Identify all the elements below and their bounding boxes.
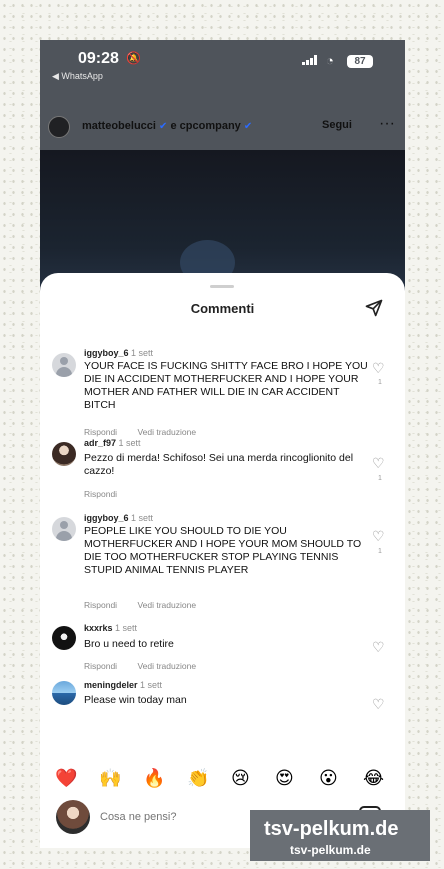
post-avatar[interactable] <box>48 116 70 138</box>
post-usernames[interactable]: matteobelucci ✔ e cpcompany ✔ <box>82 120 252 132</box>
heart-icon[interactable]: ♡ <box>372 360 385 377</box>
fire-reaction-icon[interactable]: 🔥 <box>143 767 165 789</box>
signal-icon <box>302 55 318 65</box>
comment-text: YOUR FACE IS FUCKING SHITTY FACE BRO I H… <box>84 360 368 411</box>
heart-icon[interactable]: ♡ <box>372 696 385 713</box>
comment-time: 1 sett <box>118 438 141 448</box>
crying-reaction-icon[interactable]: 😢 <box>231 767 250 789</box>
verified-icon: ✔ <box>159 121 168 132</box>
reply-button[interactable]: Rispondi <box>84 600 117 610</box>
laughing-reaction-icon[interactable]: 😂 <box>363 767 384 789</box>
like-count: 1 <box>378 475 382 482</box>
heart-icon[interactable]: ♡ <box>372 455 385 472</box>
verified-icon: ✔ <box>243 121 253 132</box>
current-user-avatar <box>56 800 90 834</box>
comment-item: adr_f97 1 sett Pezzo di merda! Schifoso!… <box>40 438 405 499</box>
comment-text: Pezzo di merda! Schifoso! Sei una merda … <box>84 452 354 477</box>
comment-text: PEOPLE LIKE YOU SHOULD TO DIE YOU MOTHER… <box>84 525 362 576</box>
like-count: 1 <box>378 379 382 386</box>
comment-actions: Rispondi <box>84 489 135 499</box>
comment-username[interactable]: kxxrks <box>84 623 113 633</box>
status-bar: 09:28 🔕 ◀ WhatsApp ◔ 87 matteobelucci ✔ … <box>40 40 405 150</box>
watermark-line1: tsv-pelkum.de <box>264 818 399 840</box>
back-to-whatsapp-link[interactable]: ◀ WhatsApp <box>52 71 103 82</box>
comment-time: 1 sett <box>131 513 154 523</box>
follow-button[interactable]: Segui <box>322 119 352 131</box>
raised-hands-reaction-icon[interactable]: 🙌 <box>99 767 121 789</box>
comment-time: 1 sett <box>115 623 138 633</box>
avatar[interactable] <box>52 442 76 466</box>
sheet-drag-handle[interactable] <box>210 285 234 288</box>
comment-username[interactable]: meningdeler <box>84 680 138 690</box>
heart-reaction-icon[interactable]: ❤️ <box>55 767 77 789</box>
reply-button[interactable]: Rispondi <box>84 427 117 437</box>
comment-username[interactable]: iggyboy_6 <box>84 348 129 358</box>
heart-icon[interactable]: ♡ <box>372 528 385 545</box>
send-icon[interactable] <box>364 298 384 318</box>
translate-button[interactable]: Vedi traduzione <box>137 661 196 671</box>
battery-indicator: 87 <box>347 55 373 68</box>
like-count: 1 <box>378 548 382 555</box>
comment-actions: Rispondi Vedi traduzione <box>84 427 214 437</box>
comment-time: 1 sett <box>131 348 154 358</box>
comments-sheet: Commenti iggyboy_6 1 sett YOUR FACE IS F… <box>40 273 405 848</box>
translate-button[interactable]: Vedi traduzione <box>137 427 196 437</box>
comment-text: Please win today man <box>84 694 187 706</box>
avatar[interactable] <box>52 681 76 705</box>
comment-username[interactable]: adr_f97 <box>84 438 116 448</box>
reply-button[interactable]: Rispondi <box>84 661 117 671</box>
avatar[interactable] <box>52 626 76 650</box>
watermark-line2: tsv-pelkum.de <box>290 843 371 857</box>
comment-user-line: meningdeler 1 sett <box>84 680 162 690</box>
wifi-icon: ◔ <box>326 53 334 68</box>
post-header: matteobelucci ✔ e cpcompany ✔ Segui ··· <box>40 112 405 140</box>
comment-username[interactable]: iggyboy_6 <box>84 513 129 523</box>
bell-muted-icon: 🔕 <box>126 51 141 65</box>
clap-reaction-icon[interactable]: 👏 <box>187 767 209 789</box>
quick-reactions-bar: ❤️ 🙌 🔥 👏 😢 😍 😮 😂 <box>40 767 405 791</box>
comment-item: meningdeler 1 sett Please win today man … <box>40 680 405 718</box>
avatar[interactable] <box>52 517 76 541</box>
post-username[interactable]: matteobelucci <box>82 120 156 132</box>
comment-user-line: iggyboy_6 1 sett <box>84 513 153 523</box>
comment-item: kxxrks 1 sett Bro u need to retire Rispo… <box>40 623 405 671</box>
comment-actions: Rispondi Vedi traduzione <box>84 661 214 671</box>
comment-item: iggyboy_6 1 sett PEOPLE LIKE YOU SHOULD … <box>40 513 405 613</box>
status-time: 09:28 <box>78 50 119 67</box>
sheet-title: Commenti <box>190 301 255 316</box>
avatar[interactable] <box>52 353 76 377</box>
phone-screenshot: 09:28 🔕 ◀ WhatsApp ◔ 87 matteobelucci ✔ … <box>40 40 405 848</box>
more-options-icon[interactable]: ··· <box>379 115 395 133</box>
comment-actions: Rispondi Vedi traduzione <box>84 600 214 610</box>
surprised-reaction-icon[interactable]: 😮 <box>319 767 338 789</box>
watermark: tsv-pelkum.de tsv-pelkum.de <box>250 810 430 861</box>
comment-item: iggyboy_6 1 sett YOUR FACE IS FUCKING SH… <box>40 348 405 437</box>
comment-user-line: iggyboy_6 1 sett <box>84 348 153 358</box>
comment-time: 1 sett <box>140 680 163 690</box>
heart-icon[interactable]: ♡ <box>372 639 385 656</box>
comment-user-line: adr_f97 1 sett <box>84 438 141 448</box>
comment-text: Bro u need to retire <box>84 638 174 650</box>
reply-button[interactable]: Rispondi <box>84 489 117 499</box>
translate-button[interactable]: Vedi traduzione <box>137 600 196 610</box>
heart-eyes-reaction-icon[interactable]: 😍 <box>275 767 294 789</box>
comment-user-line: kxxrks 1 sett <box>84 623 137 633</box>
post-collab-username[interactable]: e cpcompany <box>170 120 240 132</box>
